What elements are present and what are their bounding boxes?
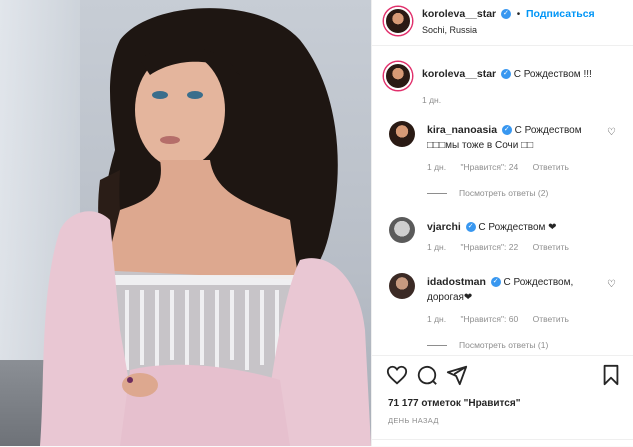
comment-like-heart-icon[interactable]: ♡ xyxy=(607,127,616,138)
comment-time[interactable]: 1 дн. xyxy=(427,242,446,252)
comment-likes[interactable]: "Нравится": 22 xyxy=(460,242,518,252)
post-actions: 71 177 отметок "Нравится" ДЕНЬ НАЗАД xyxy=(372,355,633,446)
comment-time[interactable]: 1 дн. xyxy=(427,314,446,324)
comment-reply-button[interactable]: Ответить xyxy=(533,162,569,172)
author-row: koroleva__star ✓ • Подписаться xyxy=(422,8,595,20)
caption-username[interactable]: koroleva__star xyxy=(422,68,496,80)
caption-avatar[interactable] xyxy=(384,62,412,90)
likes-count[interactable]: 71 177 отметок "Нравится" xyxy=(388,398,520,409)
comment-text-line2: дорогая❤ xyxy=(427,292,473,303)
verified-badge-icon: ✓ xyxy=(501,125,512,136)
comment-text: С Рождеством ❤ xyxy=(478,222,557,233)
author-avatar[interactable] xyxy=(384,7,412,35)
comment-avatar[interactable] xyxy=(389,121,415,147)
comment-likes[interactable]: "Нравится": 24 xyxy=(460,162,518,172)
comment-reply-button[interactable]: Ответить xyxy=(533,242,569,252)
follow-button[interactable]: Подписаться xyxy=(526,8,595,20)
comment-text: С Рождеством xyxy=(514,125,582,136)
verified-badge-icon: ✓ xyxy=(500,69,511,80)
comment-icon[interactable] xyxy=(416,364,438,386)
separator-dot: • xyxy=(516,9,521,20)
comment-text: С Рождеством, xyxy=(503,277,574,288)
post-sidebar: koroleva__star ✓ • Подписаться Sochi, Ru… xyxy=(371,0,633,446)
view-replies-label: Посмотреть ответы (2) xyxy=(459,188,549,198)
caption-text: С Рождеством !!! xyxy=(513,69,592,80)
instagram-post: koroleva__star ✓ • Подписаться Sochi, Ru… xyxy=(0,0,633,446)
replies-line xyxy=(427,193,447,195)
view-replies-label: Посмотреть ответы (1) xyxy=(459,340,549,350)
view-replies-button[interactable]: Посмотреть ответы (1) xyxy=(427,340,548,350)
post-location[interactable]: Sochi, Russia xyxy=(422,25,477,35)
comment-reply-button[interactable]: Ответить xyxy=(533,314,569,324)
comment-likes[interactable]: "Нравится": 60 xyxy=(460,314,518,324)
comment-username[interactable]: vjarchi xyxy=(427,221,461,233)
bookmark-icon[interactable] xyxy=(600,364,622,386)
verified-badge-icon: ✓ xyxy=(500,9,511,20)
view-replies-button[interactable]: Посмотреть ответы (2) xyxy=(427,188,548,198)
comment-text-line2: □□□мы тоже в Сочи □□ xyxy=(427,140,534,151)
comment-avatar[interactable] xyxy=(389,217,415,243)
comments-list: koroleva__star ✓ С Рождеством !!! 1 дн. … xyxy=(372,47,633,355)
comment-avatar[interactable] xyxy=(389,273,415,299)
caption-time[interactable]: 1 дн. xyxy=(422,95,441,105)
author-username[interactable]: koroleva__star xyxy=(422,8,496,20)
comment-like-heart-icon[interactable]: ♡ xyxy=(607,279,616,290)
verified-badge-icon: ✓ xyxy=(465,222,476,233)
post-photo[interactable] xyxy=(0,0,371,446)
heart-icon[interactable] xyxy=(386,364,408,386)
share-icon[interactable] xyxy=(446,364,468,386)
verified-badge-icon: ✓ xyxy=(490,277,501,288)
photo-illustration xyxy=(40,8,371,446)
replies-line xyxy=(427,345,447,347)
comment-username[interactable]: kira_nanoasia xyxy=(427,124,497,136)
comment-username[interactable]: idadostman xyxy=(427,276,486,288)
post-date[interactable]: ДЕНЬ НАЗАД xyxy=(388,416,439,425)
post-header: koroleva__star ✓ • Подписаться Sochi, Ru… xyxy=(372,0,633,46)
comment-time[interactable]: 1 дн. xyxy=(427,162,446,172)
